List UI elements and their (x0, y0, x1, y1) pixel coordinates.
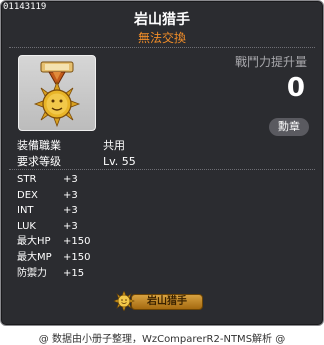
item-tooltip: 01143119 岩山猎手 無法交換 戰鬥力提升量 0 勳章 装備職業 共用 要… (0, 0, 324, 326)
medal-icon (33, 61, 81, 128)
stat-value: +150 (63, 251, 91, 263)
footer-credit: @ 数据由小册子整理，WzComparerR2-NTMS解析 @ (38, 334, 286, 345)
stat-value: +3 (63, 205, 78, 217)
stat-row: LUK +3 (17, 219, 90, 235)
stat-label: DEX (17, 189, 38, 201)
requirement-label: 装備職業 (17, 139, 61, 152)
item-name: 岩山猎手 (134, 12, 190, 28)
requirement-value: Lv. 55 (103, 155, 136, 168)
stat-row: 最大HP +150 (17, 234, 90, 250)
trade-restriction: 無法交換 (137, 31, 186, 45)
stat-label: STR (17, 174, 37, 185)
stat-row: DEX +3 (17, 188, 90, 204)
stat-label: 防禦力 (17, 267, 47, 279)
sun-medal-icon (113, 291, 135, 311)
stat-label: 最大HP (17, 236, 51, 248)
stat-list: STR +3 DEX +3 INT +3 LUK +3 最大HP +150 最大MP +15… (17, 172, 90, 281)
divider (9, 47, 315, 48)
item-type-badge: 勳章 (269, 118, 309, 136)
stat-value: +15 (63, 267, 85, 279)
title-medal-tag: 岩山猎手 (113, 291, 205, 311)
stat-row: INT +3 (17, 203, 90, 219)
power-increase-value: 0 (286, 73, 305, 103)
power-increase-label: 戰鬥力提升量 (234, 55, 307, 69)
requirement-value: 共用 (103, 139, 125, 152)
stat-value: +150 (63, 236, 91, 248)
requirement-label: 要求等级 (17, 155, 61, 168)
requirement-level: 要求等级 Lv. 55 (17, 153, 136, 169)
stat-row: STR +3 (17, 172, 90, 188)
item-icon-frame (18, 55, 96, 131)
stat-row: 防禦力 +15 (17, 266, 90, 282)
stat-label: 最大MP (17, 251, 52, 263)
stat-value: +3 (63, 174, 78, 185)
requirement-job: 装備職業 共用 (17, 137, 125, 153)
stat-label: LUK (17, 220, 36, 232)
stat-value: +3 (63, 220, 78, 232)
stat-label: INT (17, 205, 34, 217)
divider (9, 169, 315, 170)
title-tag-label: 岩山猎手 (131, 294, 203, 310)
stat-row: 最大MP +150 (17, 250, 90, 266)
stat-value: +3 (63, 189, 78, 201)
